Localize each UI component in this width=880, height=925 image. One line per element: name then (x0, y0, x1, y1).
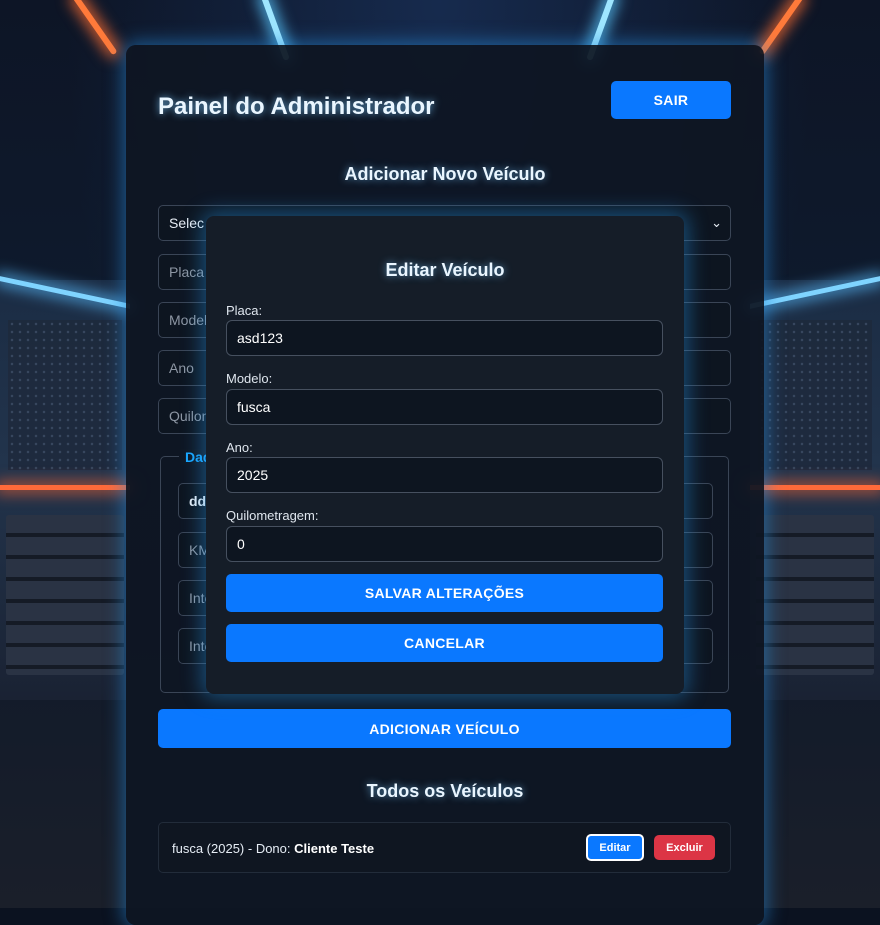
edit-placa-input[interactable]: asd123 (226, 320, 663, 356)
neon-strip-blue (0, 276, 130, 309)
add-vehicle-title: Adicionar Novo Veículo (344, 164, 546, 184)
edit-quilometragem-input[interactable]: 0 (226, 526, 663, 562)
chevron-down-icon: ⌄ (711, 215, 722, 230)
owner-select-value: Selec (169, 215, 205, 231)
vehicle-owner: Cliente Teste (294, 841, 375, 856)
edit-vehicle-modal: Editar Veículo Placa: asd123 Modelo: fus… (206, 216, 684, 694)
edit-vehicle-button[interactable]: Editar (586, 834, 644, 861)
modelo-label: Modelo: (226, 371, 273, 386)
edit-ano-input[interactable]: 2025 (226, 457, 663, 493)
cancel-button[interactable]: CANCELAR (226, 624, 663, 662)
quilometragem-label: Quilometragem: (226, 508, 319, 523)
add-vehicle-button[interactable]: ADICIONAR VEÍCULO (158, 709, 731, 748)
save-changes-button[interactable]: SALVAR ALTERAÇÕES (226, 574, 663, 612)
tool-pegboard (758, 320, 872, 470)
modal-title: Editar Veículo (385, 260, 505, 280)
tool-cabinet (6, 515, 124, 675)
logout-button[interactable]: SAIR (611, 81, 731, 119)
all-vehicles-title: Todos os Veículos (366, 781, 524, 801)
placa-label: Placa: (226, 303, 263, 318)
tool-pegboard (8, 320, 122, 470)
ceiling-light-right-orange (758, 0, 804, 56)
ceiling-light-left-orange (72, 0, 118, 56)
garage-wall-right (750, 276, 880, 700)
ano-label: Ano: (226, 440, 253, 455)
neon-strip-orange (750, 485, 880, 490)
vehicle-description: fusca (2025) - Dono: (172, 841, 295, 856)
delete-vehicle-button[interactable]: Excluir (654, 835, 715, 860)
tool-cabinet (756, 515, 874, 675)
garage-wall-left (0, 276, 130, 700)
edit-modelo-input[interactable]: fusca (226, 389, 663, 425)
vehicle-info: fusca (2025) - Dono: Cliente Teste (172, 841, 374, 856)
vehicle-list-item: fusca (2025) - Dono: Cliente Teste Edita… (158, 822, 731, 873)
neon-strip-blue (750, 276, 880, 309)
neon-strip-orange (0, 485, 130, 490)
page-title: Painel do Administrador (158, 93, 435, 120)
